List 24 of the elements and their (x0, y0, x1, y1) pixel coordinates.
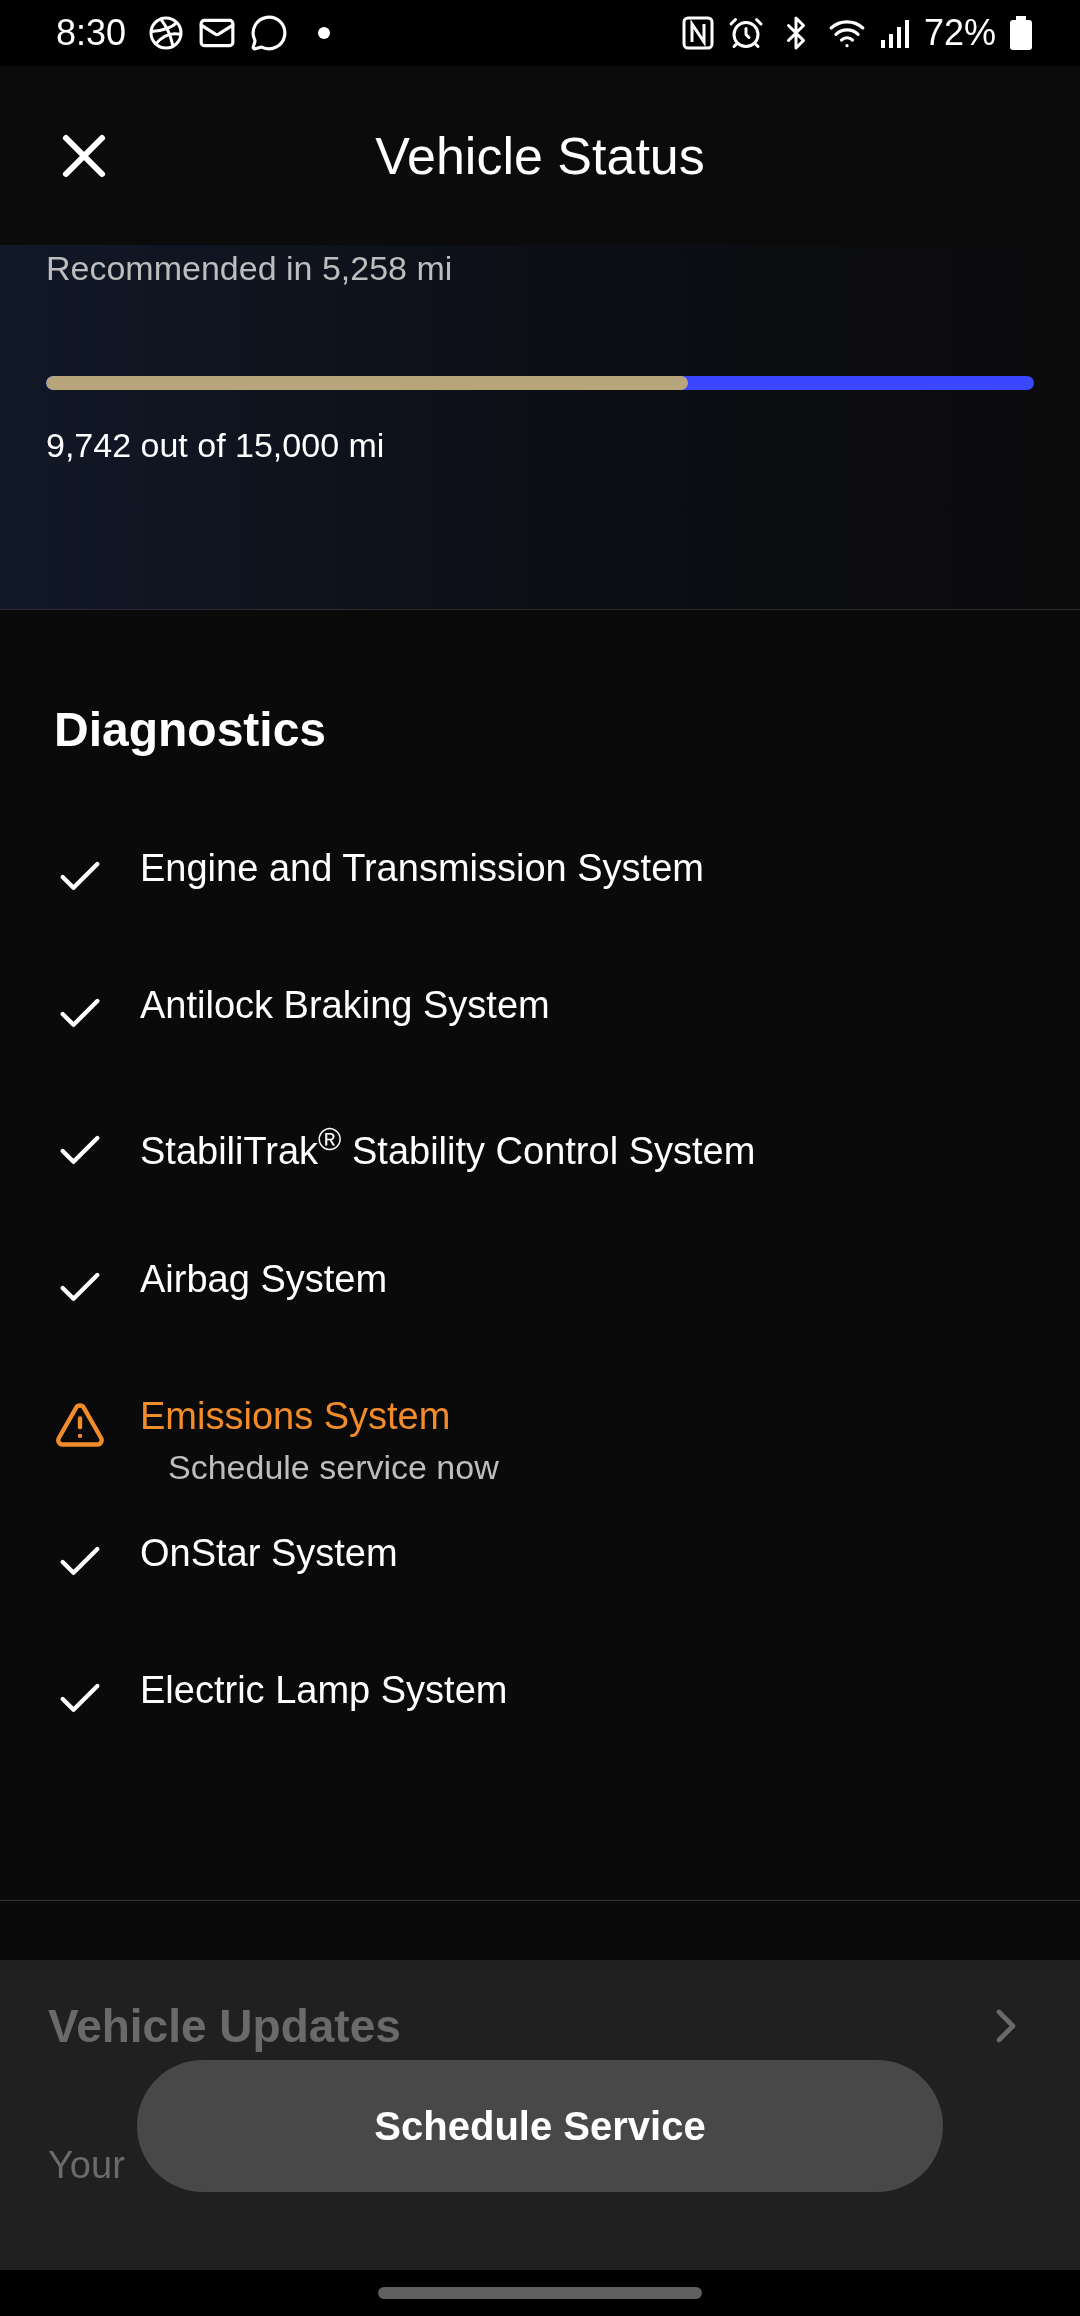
diagnostic-label: Electric Lamp System (140, 1669, 508, 1712)
diagnostic-label: OnStar System (140, 1532, 398, 1575)
diagnostic-detail: Schedule service now (168, 1448, 499, 1487)
diagnostic-label: Antilock Braking System (140, 984, 550, 1027)
chat-icon (250, 14, 289, 52)
page-title: Vehicle Status (375, 125, 705, 186)
schedule-service-button[interactable]: Schedule Service (137, 2060, 943, 2192)
status-time: 8:30 (56, 12, 127, 54)
diagnostic-label: StabiliTrak$^{®}$ Stability Control System (140, 1121, 756, 1173)
diagnostic-label: Airbag System (140, 1258, 388, 1301)
mileage-reading: 9,742 out of 15,000 mi (46, 426, 386, 465)
nfc-icon (681, 16, 714, 50)
updates-text: Your (48, 2144, 126, 2187)
alarm-icon (727, 15, 764, 51)
battery-icon (1010, 16, 1032, 50)
signal-icon (879, 18, 910, 48)
maintenance-note: Recommended in 5,258 mi (46, 249, 454, 288)
battery-percent: 72% (923, 12, 996, 54)
basketball-icon (148, 15, 185, 51)
section-title: Vehicle Updates (48, 1999, 401, 2053)
notification-dot-icon (318, 27, 331, 39)
diagnostic-label: Emissions System (140, 1395, 452, 1438)
diagnostic-label: Engine and Transmission System (140, 847, 704, 890)
section-title: Diagnostics (54, 702, 328, 757)
